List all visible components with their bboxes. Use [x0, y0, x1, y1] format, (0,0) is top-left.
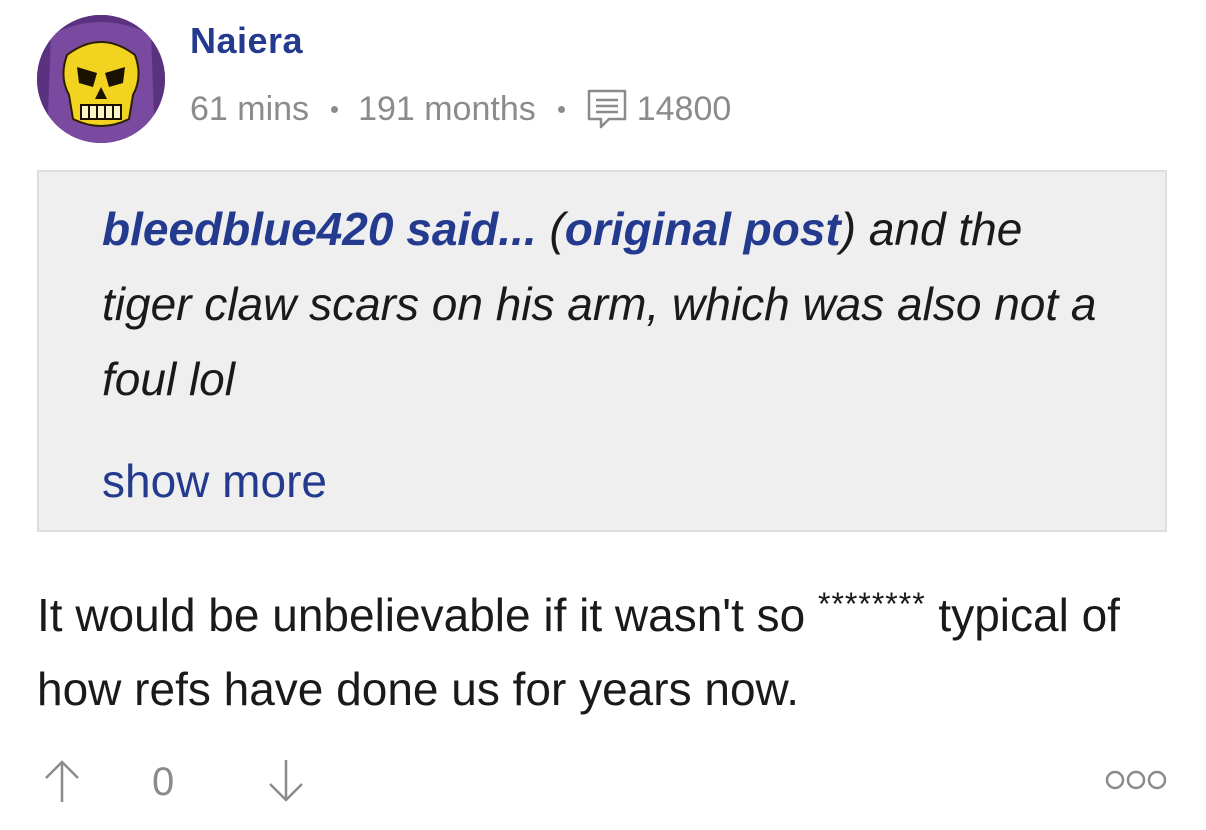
- post-meta: 61 mins 191 months 14800: [190, 86, 731, 132]
- separator-dot: [557, 105, 565, 113]
- arrow-down-icon: [269, 760, 303, 802]
- separator-dot: [331, 105, 339, 113]
- skeletor-avatar-icon: [37, 15, 165, 143]
- time-ago: 61 mins: [190, 89, 310, 128]
- post-count: 14800: [636, 89, 732, 128]
- body-text-before: It would be unbelievable if it wasn't so: [37, 589, 819, 641]
- vote-count: 0: [152, 760, 175, 804]
- comment-post: Naiera 61 mins 191 months 14800 bleedblu…: [0, 0, 1206, 830]
- comment-count-icon: [585, 87, 629, 131]
- arrow-up-icon: [45, 760, 79, 802]
- member-duration: 191 months: [358, 89, 536, 128]
- more-options-button[interactable]: [1105, 766, 1167, 794]
- comment-body: It would be unbelievable if it wasn't so…: [37, 567, 1177, 726]
- author-name[interactable]: Naiera: [190, 20, 303, 62]
- quote-author: bleedblue420 said...: [102, 203, 537, 255]
- quote-text: bleedblue420 said... (original post) and…: [102, 192, 1122, 417]
- downvote-button[interactable]: [264, 756, 308, 806]
- comment-actions: 0: [37, 752, 1167, 812]
- more-options-icon: [1105, 770, 1167, 790]
- avatar[interactable]: [37, 15, 165, 143]
- quote-open-paren: (: [536, 203, 565, 255]
- show-more-link[interactable]: show more: [102, 454, 327, 508]
- censored-word: ********: [818, 586, 926, 622]
- upvote-button[interactable]: [40, 756, 84, 806]
- quote-block: bleedblue420 said... (original post) and…: [37, 170, 1167, 532]
- original-post-link[interactable]: original post: [565, 203, 841, 255]
